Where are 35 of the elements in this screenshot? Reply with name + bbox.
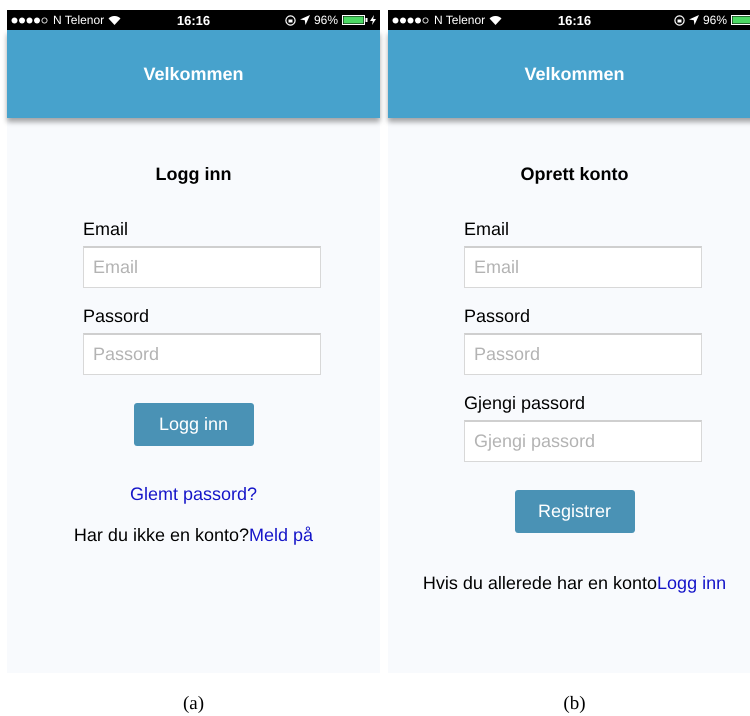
field-label: Email xyxy=(464,219,510,240)
location-arrow-icon xyxy=(688,15,699,25)
header-title: Velkommen xyxy=(524,64,625,84)
status-time: 16:16 xyxy=(558,12,592,28)
figure-caption: (b) xyxy=(563,693,586,715)
input-field[interactable]: Passord xyxy=(83,333,321,375)
input-field[interactable]: Email xyxy=(464,246,702,288)
signal-icon xyxy=(392,16,430,24)
rotation-lock-icon xyxy=(284,14,296,26)
text-link[interactable]: Logg inn xyxy=(657,573,726,594)
location-arrow-icon xyxy=(300,15,310,25)
field-label: Passord xyxy=(83,306,150,327)
field-label: Passord xyxy=(464,306,530,327)
input-field[interactable]: Email xyxy=(83,246,321,288)
field-label: Email xyxy=(83,219,128,240)
wifi-icon xyxy=(489,15,502,25)
carrier-name: N Telenor xyxy=(434,13,486,27)
form-heading: Oprett konto xyxy=(520,164,628,185)
input-field[interactable]: Gjengi passord xyxy=(464,420,702,462)
signal-icon xyxy=(11,16,49,24)
battery-percent: 96% xyxy=(702,13,727,27)
figure-caption: (a) xyxy=(182,693,204,715)
status-time: 16:16 xyxy=(176,12,210,28)
field-label: Gjengi passord xyxy=(464,393,586,414)
wifi-icon xyxy=(108,15,122,25)
battery-percent: 96% xyxy=(314,13,338,27)
rotation-lock-icon xyxy=(674,14,685,26)
carrier-name: N Telenor xyxy=(53,13,104,27)
header-title: Velkommen xyxy=(143,64,244,84)
input-field[interactable]: Passord xyxy=(464,333,702,375)
prompt-text: Hvis du allerede har en konto xyxy=(422,573,658,594)
form-heading: Logg inn xyxy=(156,164,232,185)
prompt-text: Har du ikke en konto? xyxy=(74,525,250,546)
text-link[interactable]: Meld på xyxy=(249,525,314,546)
text-link[interactable]: Glemt passord? xyxy=(130,484,258,505)
